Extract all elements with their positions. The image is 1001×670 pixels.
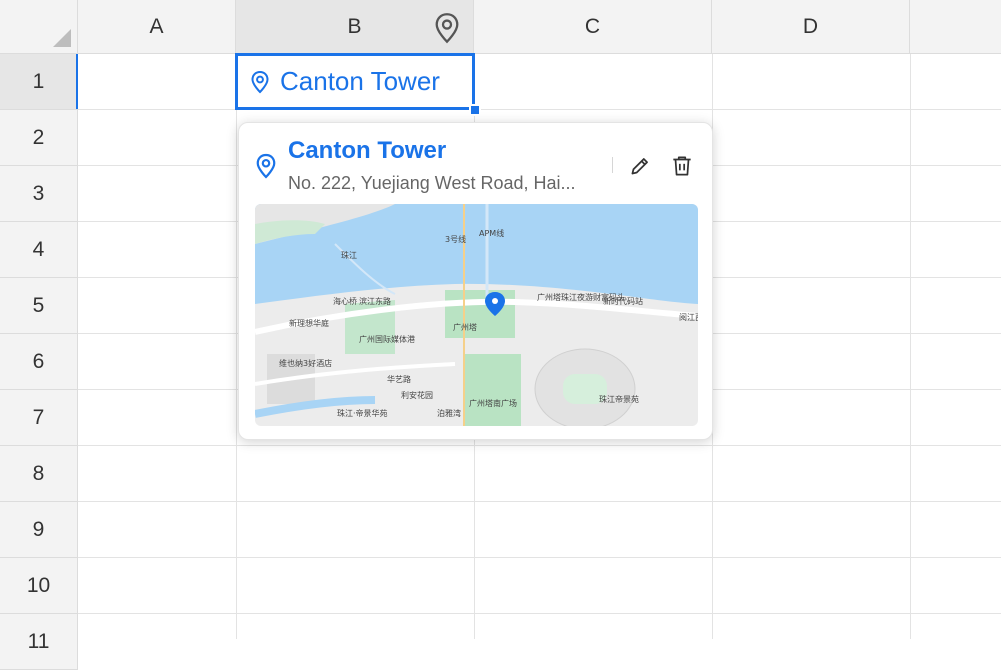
map-label: 珠江·帝景华苑 (337, 408, 388, 418)
location-pin-icon (251, 70, 269, 93)
map-preview[interactable]: 珠江 滨江东路 阅江西路 海心桥 新理想华庭 维也纳3好酒店 广州国际媒体港 广… (255, 204, 698, 426)
map-label: 广州塔 (453, 322, 477, 332)
divider (612, 157, 613, 173)
map-label: 海心桥 (333, 296, 357, 306)
row-header-2[interactable]: 2 (0, 110, 78, 166)
map-label: 阅江西路 (679, 312, 698, 322)
column-header-c[interactable]: C (474, 0, 712, 54)
row-header-9[interactable]: 9 (0, 502, 78, 558)
row-header-10[interactable]: 10 (0, 558, 78, 614)
row-header-8[interactable]: 8 (0, 446, 78, 502)
grid-line (78, 613, 1001, 614)
select-all-corner[interactable] (0, 0, 78, 54)
column-header-e[interactable] (910, 0, 1001, 54)
row-header-4[interactable]: 4 (0, 222, 78, 278)
grid-line (910, 54, 911, 639)
row-header-5[interactable]: 5 (0, 278, 78, 334)
spreadsheet: A B C D 1 2 3 4 5 6 7 8 9 10 11 Canton T… (0, 0, 1001, 670)
location-pin-icon (435, 13, 459, 44)
map-label: 新时代码站 (603, 296, 643, 306)
row-header-3[interactable]: 3 (0, 166, 78, 222)
pencil-icon[interactable] (627, 153, 653, 179)
map-label: APM线 (479, 228, 504, 238)
location-title[interactable]: Canton Tower (288, 137, 446, 165)
map-label: 泊雅湾 (437, 408, 461, 418)
map-label: 新理想华庭 (289, 318, 329, 328)
column-header-d[interactable]: D (712, 0, 910, 54)
row-header-11[interactable]: 11 (0, 614, 78, 670)
grid-line (236, 54, 237, 639)
map-label: 珠江帝景苑 (599, 394, 639, 404)
map-label: 维也纳3好酒店 (279, 358, 332, 368)
grid-line (78, 557, 1001, 558)
map-label: 滨江东路 (359, 296, 391, 306)
grid-line (78, 109, 1001, 110)
map-label: 珠江 (341, 250, 357, 260)
cell-b1[interactable]: Canton Tower (235, 53, 475, 110)
fill-handle[interactable] (469, 104, 481, 116)
map-label: 广州塔南广场 (469, 398, 517, 408)
trash-icon[interactable] (669, 153, 695, 179)
location-pin-icon (256, 153, 276, 179)
map-label: 广州国际媒体港 (359, 334, 415, 344)
map-label: 华艺路 (387, 374, 411, 384)
map-label: 3号线 (445, 234, 466, 244)
row-header-6[interactable]: 6 (0, 334, 78, 390)
grid-line (78, 501, 1001, 502)
row-header-7[interactable]: 7 (0, 390, 78, 446)
row-header-1[interactable]: 1 (0, 54, 78, 110)
column-header-a[interactable]: A (78, 0, 236, 54)
grid-line (78, 445, 1001, 446)
location-card: Canton Tower No. 222, Yuejiang West Road… (238, 122, 713, 440)
map-label: 利安花园 (401, 390, 433, 400)
cell-value: Canton Tower (280, 66, 440, 96)
location-address: No. 222, Yuejiang West Road, Hai... (288, 173, 576, 193)
